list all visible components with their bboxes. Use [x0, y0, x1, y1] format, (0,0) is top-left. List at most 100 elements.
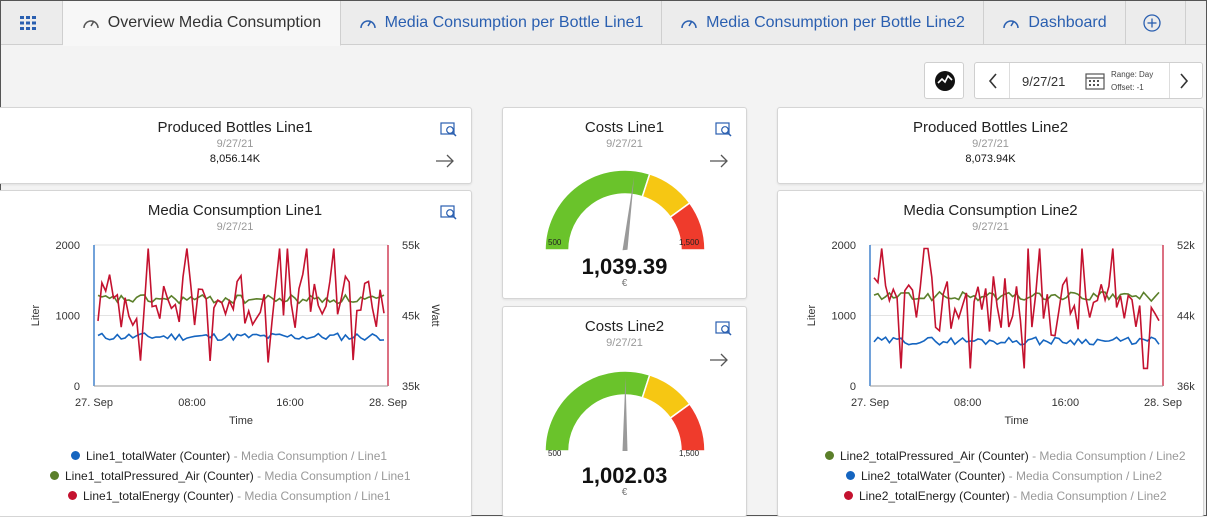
app-menu-button[interactable] — [1, 1, 63, 45]
x-tick-label: 16:00 — [1052, 397, 1080, 409]
tab-label: Media Consumption per Bottle Line2 — [706, 14, 965, 31]
tab-dashboard[interactable]: Dashboard — [984, 1, 1126, 45]
legend-marker — [50, 471, 59, 480]
kpi-card-produced-bottles-line2: Produced Bottles Line2 9/27/21 8,073.94K — [777, 107, 1204, 184]
y2-axis-label: Watt — [429, 304, 441, 326]
date-range-selector: 9/27/21 Range: Day Offset: -1 — [974, 62, 1203, 99]
y2-tick-label: 52k — [1177, 240, 1195, 252]
gauge-value: 1,002.03 — [581, 463, 668, 488]
y-tick-label: 2000 — [832, 240, 856, 252]
x-tick-label: 27. Sep — [75, 397, 113, 409]
card-title: Produced Bottles Line2 — [912, 119, 1069, 136]
x-tick-label: 16:00 — [276, 397, 304, 409]
calendar-icon[interactable] — [1085, 72, 1105, 90]
legend-marker — [844, 491, 853, 500]
legend-label: Line2_totalWater (Counter) — [861, 469, 1006, 483]
analyze-icon[interactable] — [715, 321, 733, 337]
legend-source: - Media Consumption / Line2 — [1009, 489, 1167, 503]
legend-item[interactable]: Line2_totalWater (Counter) - Media Consu… — [846, 469, 1162, 483]
x-tick-label: 27. Sep — [851, 397, 889, 409]
selected-date[interactable]: 9/27/21 — [1022, 74, 1065, 89]
legend-label: Line2_totalPressured_Air (Counter) — [840, 449, 1029, 463]
dashboard-gauge-icon — [359, 20, 376, 29]
card-title: Produced Bottles Line1 — [157, 119, 313, 136]
card-title: Costs Line2 — [584, 318, 665, 335]
y-tick-label: 0 — [850, 381, 856, 393]
gauge-max: 1,500 — [679, 449, 700, 458]
legend-source: - Media Consumption / Line1 — [230, 449, 388, 463]
legend-item[interactable]: Line1_totalWater (Counter) - Media Consu… — [71, 449, 387, 463]
card-title: Media Consumption Line1 — [147, 202, 323, 219]
analyze-icon[interactable] — [715, 122, 733, 138]
legend-label: Line1_totalPressured_Air (Counter) — [65, 469, 254, 483]
dashboard-gauge-icon — [681, 20, 697, 29]
y2-tick-label: 35k — [402, 381, 420, 393]
analyze-icon[interactable] — [440, 205, 458, 221]
y-tick-label: 1000 — [832, 311, 856, 323]
legend-marker — [825, 451, 834, 460]
add-tab-button[interactable] — [1126, 1, 1186, 45]
y-axis-label: Liter — [806, 304, 818, 326]
card-title: Costs Line1 — [584, 119, 665, 136]
x-axis-label: Time — [1004, 415, 1028, 427]
tab-bar: Overview Media Consumption Media Consump… — [1, 1, 1206, 46]
analyze-icon[interactable] — [440, 122, 458, 138]
y-tick-label: 2000 — [56, 240, 80, 252]
legend-item[interactable]: Line1_totalPressured_Air (Counter) - Med… — [50, 469, 411, 483]
y-tick-label: 0 — [74, 381, 80, 393]
gauge-card-costs-line2: Costs Line2 9/27/21 500 1,500 1,002.03 € — [502, 306, 747, 517]
gauge-green-segment — [544, 370, 651, 452]
legend-label: Line1_totalEnergy (Counter) — [83, 489, 234, 503]
tab-label: Dashboard — [1028, 14, 1107, 31]
card-title: Media Consumption Line2 — [903, 202, 1078, 219]
arrow-right-icon[interactable] — [435, 154, 455, 168]
chevron-left-icon[interactable] — [987, 72, 999, 90]
kpi-card-produced-bottles-line1: Produced Bottles Line1 9/27/21 8,056.14K — [0, 107, 472, 184]
legend-label: Line1_totalWater (Counter) — [86, 449, 231, 463]
tab-overview-media-consumption[interactable]: Overview Media Consumption — [63, 1, 341, 46]
x-tick-label: 08:00 — [954, 397, 982, 409]
tab-media-consumption-per-bottle-line1[interactable]: Media Consumption per Bottle Line1 — [341, 1, 662, 45]
gauge-unit: € — [621, 278, 628, 289]
y2-tick-label: 36k — [1177, 381, 1195, 393]
legend-item[interactable]: Line2_totalPressured_Air (Counter) - Med… — [825, 449, 1186, 463]
legend-marker — [71, 451, 80, 460]
trend-clock-icon — [935, 71, 955, 91]
y-axis-label: Liter — [30, 304, 42, 326]
legend-source: - Media Consumption / Line1 — [233, 489, 391, 503]
legend-marker — [68, 491, 77, 500]
chevron-right-icon[interactable] — [1178, 72, 1190, 90]
y2-tick-label: 45k — [402, 311, 420, 323]
line-chart[interactable]: 2000 1000 0 55k 45k 35k 27. Sep 08:00 16:00 28. S… — [0, 231, 469, 431]
card-date: 9/27/21 — [972, 138, 1009, 150]
x-axis-label: Time — [229, 415, 253, 427]
gauge-card-costs-line1: Costs Line1 9/27/21 500 1,500 1,039.39 € — [502, 107, 747, 299]
legend-source: - Media Consumption / Line2 — [1028, 449, 1186, 463]
gauge — [544, 370, 706, 452]
legend-label: Line2_totalEnergy (Counter) — [859, 489, 1010, 503]
card-date: 9/27/21 — [606, 138, 643, 150]
kpi-value: 8,056.14K — [209, 153, 261, 165]
gauge-min: 500 — [548, 449, 562, 458]
dashboard-gauge-icon — [83, 20, 99, 29]
line-chart[interactable]: 2000 1000 0 52k 44k 36k 27. Sep 08:00 16:00 28. S… — [778, 231, 1203, 431]
legend-item[interactable]: Line2_totalEnergy (Counter) - Media Cons… — [844, 489, 1167, 503]
legend-item[interactable]: Line1_totalEnergy (Counter) - Media Cons… — [68, 489, 391, 503]
legend-marker — [846, 471, 855, 480]
chart-card-media-consumption-line2: Media Consumption Line2 9/27/21 2000 1000… — [777, 190, 1204, 517]
legend-source: - Media Consumption / Line1 — [253, 469, 411, 483]
y2-tick-label: 44k — [1177, 311, 1195, 323]
tab-label: Overview Media Consumption — [107, 14, 322, 31]
legend-source: - Media Consumption / Line2 — [1005, 469, 1163, 483]
tab-media-consumption-per-bottle-line2[interactable]: Media Consumption per Bottle Line2 — [662, 1, 984, 45]
plus-circle-icon — [1142, 14, 1161, 32]
x-tick-label: 28. Sep — [369, 397, 407, 409]
chart-card-media-consumption-line1: Media Consumption Line1 9/27/21 2000 1000… — [0, 190, 472, 517]
y-tick-label: 1000 — [56, 311, 80, 323]
tab-label: Media Consumption per Bottle Line1 — [384, 14, 644, 31]
gauge-min: 500 — [548, 238, 562, 247]
dashboard-gauge-icon — [1003, 20, 1020, 29]
grid-icon — [19, 16, 36, 30]
x-tick-label: 28. Sep — [1144, 397, 1182, 409]
trend-button[interactable] — [924, 62, 964, 99]
